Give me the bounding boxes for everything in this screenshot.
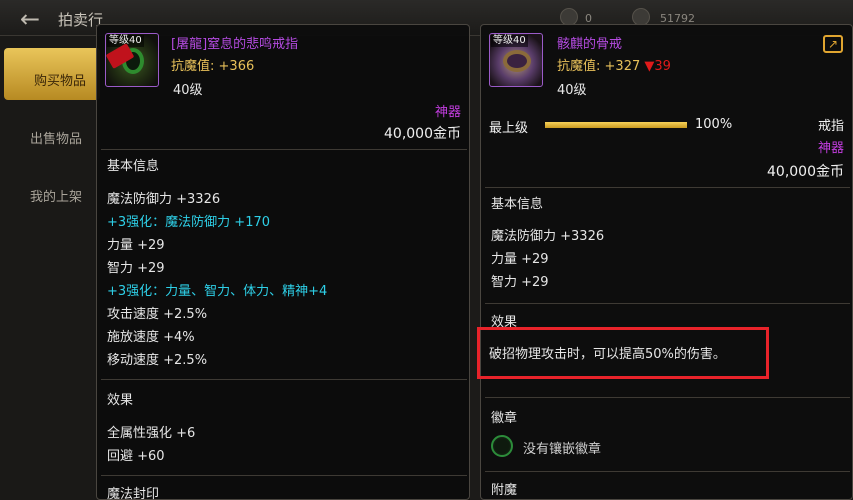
divider [101,149,467,150]
slot-type: 戒指 [817,119,844,134]
stat-row: 智力 +29 [491,275,549,290]
price-label: 40,000金币 [384,126,461,142]
divider [485,303,850,304]
tab-my-listings[interactable]: 我的上架 [0,164,100,216]
ring-icon: 等级40 [105,33,159,87]
stat-label: 抗魔值: [557,59,601,74]
effect-row: 回避 +60 [107,449,165,464]
tab-buy-items[interactable]: 购买物品 [4,48,100,100]
upgrade-progress: 最上级 100% [489,117,733,136]
share-icon[interactable]: ↗ [823,35,843,53]
ring-icon: 等级40 [489,33,543,87]
sidebar: 购买物品 出售物品 我的上架 [0,36,100,500]
rarity-label: 神器 [434,105,461,120]
anti-magic-stat: 抗魔值: +366 [171,55,254,74]
stat-decrease: ▼39 [644,59,671,74]
ring-graphic [503,50,531,72]
stat-row: 魔法防御力 +3326 [491,229,605,244]
stat-row: 智力 +29 [107,261,165,276]
upgrade-track [545,122,687,128]
back-arrow-icon[interactable]: ← [20,6,50,32]
stat-row: 移动速度 +2.5% [107,353,208,368]
enchant-heading: 附魔 [491,483,518,498]
upgrade-label: 最上级 [489,121,529,136]
stat-row: +3强化：魔法防御力 +170 [107,215,271,230]
tab-sell-items[interactable]: 出售物品 [0,106,100,158]
divider [101,475,467,476]
basic-info-heading: 基本信息 [107,159,160,174]
divider [485,471,850,472]
empty-emblem-slot-icon [491,435,513,457]
stat-row: 力量 +29 [107,238,165,253]
divider [485,187,850,188]
stat-row: 力量 +29 [491,252,549,267]
magic-seal-heading: 魔法封印 [107,487,160,500]
effect-row: 全属性强化 +6 [107,426,196,441]
stat-value: +327 [604,59,641,74]
stat-value: +366 [218,59,255,74]
effect-row: 破招物理攻击时，可以提高50%的伤害。 [489,347,726,362]
stat-row: +3强化：力量、智力、体力、精神+4 [107,284,328,299]
basic-info-heading: 基本信息 [491,197,544,212]
upgrade-fill [545,122,687,128]
item-name: [屠龍]窒息的悲鸣戒指 [171,37,299,52]
stat-row: 攻击速度 +2.5% [107,307,208,322]
divider [101,379,467,380]
rarity-label: 神器 [817,141,844,156]
emblem-heading: 徽章 [491,411,518,426]
item-name: 骸麒的骨戒 [557,37,623,52]
stat-label: 抗魔值: [171,59,215,74]
stat-row: 魔法防御力 +3326 [107,192,221,207]
emblem-status: 没有镶嵌徽章 [523,442,602,457]
item-tooltip-right: 等级40 骸麒的骨戒 抗魔值: +327 ▼39 40级 ↗ 最上级 100% … [477,24,853,500]
item-tooltip-left: 等级40 [屠龍]窒息的悲鸣戒指 抗魔值: +366 40级 神器 40,000… [96,24,470,500]
item-level: 40级 [557,83,587,98]
price-label: 40,000金币 [767,164,844,180]
level-badge: 等级40 [491,35,528,47]
anti-magic-stat: 抗魔值: +327 ▼39 [557,55,671,74]
divider [485,397,850,398]
effect-heading: 效果 [107,393,134,408]
upgrade-percent: 100% [695,117,733,132]
stat-row: 施放速度 +4% [107,330,195,345]
item-level: 40级 [173,83,203,98]
